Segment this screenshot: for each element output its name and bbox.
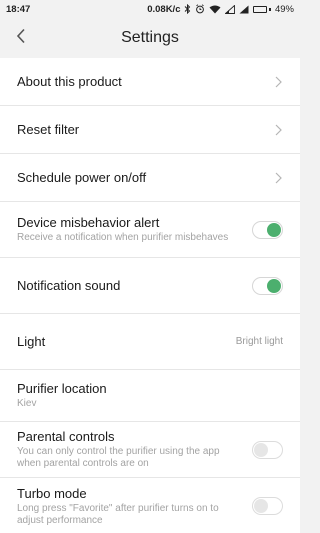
purifier-location-value: Kiev xyxy=(17,398,37,409)
status-bar: 18:47 0.08K/c 49% xyxy=(0,0,300,18)
notification-sound-label: Notification sound xyxy=(17,278,121,293)
misbehavior-alert-toggle[interactable] xyxy=(252,220,283,239)
alarm-icon xyxy=(195,4,205,14)
wifi-icon xyxy=(209,5,221,14)
schedule-power-label: Schedule power on/off xyxy=(17,170,147,185)
chevron-right-icon xyxy=(273,75,283,89)
parental-controls-toggle[interactable] xyxy=(252,440,283,459)
network-speed: 0.08K/c xyxy=(147,3,181,15)
light-item[interactable]: Light Bright light xyxy=(0,314,300,370)
status-icons: 0.08K/c 49% xyxy=(147,4,294,15)
notification-sound-toggle[interactable] xyxy=(252,276,283,295)
app-header: Settings xyxy=(0,18,300,58)
chevron-right-icon xyxy=(273,123,283,137)
parental-controls-label: Parental controls xyxy=(17,429,115,444)
about-product-label: About this product xyxy=(17,74,122,89)
purifier-location-label: Purifier location xyxy=(17,381,107,396)
about-product-item[interactable]: About this product xyxy=(0,58,300,106)
reset-filter-item[interactable]: Reset filter xyxy=(0,106,300,154)
turbo-mode-description: Long press "Favorite" after purifier tur… xyxy=(17,502,219,526)
turbo-mode-toggle[interactable] xyxy=(252,497,283,515)
purifier-location-item[interactable]: Purifier location Kiev xyxy=(0,370,300,422)
light-value: Bright light xyxy=(235,336,283,347)
status-time: 18:47 xyxy=(6,3,31,15)
page-title: Settings xyxy=(121,29,179,46)
turbo-mode-item: Turbo mode Long press "Favorite" after p… xyxy=(0,478,300,533)
bluetooth-icon xyxy=(184,4,191,14)
reset-filter-label: Reset filter xyxy=(17,122,80,137)
misbehavior-alert-description: Receive a notification when purifier mis… xyxy=(17,232,229,243)
turbo-mode-label: Turbo mode xyxy=(17,485,87,501)
signal-icon xyxy=(225,4,236,14)
misbehavior-alert-item: Device misbehavior alert Receive a notif… xyxy=(0,202,300,258)
battery-icon xyxy=(253,5,271,13)
back-button[interactable] xyxy=(10,26,32,50)
notification-sound-item: Notification sound xyxy=(0,258,300,314)
parental-controls-item: Parental controls You can only control t… xyxy=(0,422,300,478)
misbehavior-alert-label: Device misbehavior alert xyxy=(17,215,160,230)
chevron-left-icon xyxy=(16,28,26,49)
schedule-power-item[interactable]: Schedule power on/off xyxy=(0,154,300,202)
settings-list: About this product Reset filter Schedule… xyxy=(0,58,300,533)
light-label: Light xyxy=(17,334,46,349)
chevron-right-icon xyxy=(273,171,283,185)
battery-percent: 49% xyxy=(274,3,294,15)
signal-icon xyxy=(239,5,249,14)
parental-controls-description: You can only control the purifier using … xyxy=(17,446,220,469)
